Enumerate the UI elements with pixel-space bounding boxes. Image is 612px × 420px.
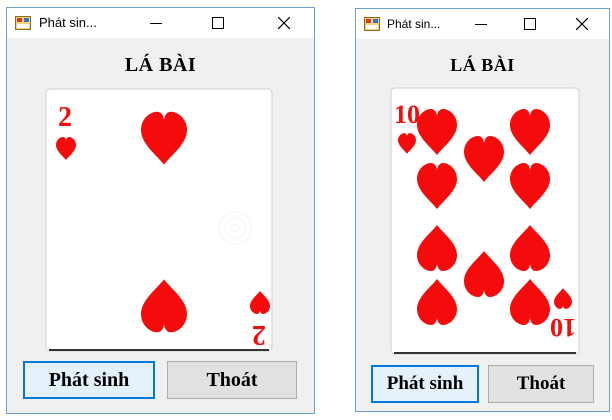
exit-button[interactable]: Thoát — [488, 365, 594, 403]
card-rank-top: 10 — [394, 100, 420, 129]
app-icon — [364, 17, 380, 31]
playing-card-two-of-hearts: 2 2 — [45, 88, 273, 352]
card-heading: LÁ BÀI — [450, 55, 515, 75]
title-bar[interactable]: Phát sin... — [356, 9, 609, 39]
minimize-button[interactable] — [458, 9, 504, 39]
close-button[interactable] — [559, 9, 605, 39]
title-bar[interactable]: Phát sin... — [7, 8, 314, 38]
close-button[interactable] — [261, 8, 307, 38]
exit-button[interactable]: Thoát — [167, 361, 297, 399]
minimize-icon — [150, 23, 162, 24]
close-icon — [576, 18, 588, 30]
minimize-button[interactable] — [133, 8, 179, 38]
window-title: Phát sin... — [387, 17, 441, 31]
app-window-2: Phát sin... LÁ BÀI 10 10 Phát sinh Thoát — [355, 8, 610, 412]
close-icon — [278, 17, 290, 29]
maximize-button[interactable] — [195, 8, 241, 38]
app-icon — [15, 16, 31, 30]
generate-button[interactable]: Phát sinh — [23, 361, 155, 399]
card-heading: LÁ BÀI — [124, 54, 197, 76]
maximize-button[interactable] — [507, 9, 553, 39]
card-rank-bottom: 10 — [550, 313, 576, 342]
window-title: Phát sin... — [39, 15, 97, 30]
card-rank-bottom: 2 — [252, 319, 266, 350]
maximize-icon — [212, 17, 224, 29]
generate-button[interactable]: Phát sinh — [371, 365, 479, 403]
playing-card-ten-of-hearts: 10 10 — [390, 87, 580, 355]
maximize-icon — [524, 18, 536, 30]
card-rank-top: 2 — [58, 102, 72, 133]
app-window-1: Phát sin... LÁ BÀI 2 2 Phát sinh Thoát — [6, 7, 315, 414]
minimize-icon — [475, 24, 487, 25]
